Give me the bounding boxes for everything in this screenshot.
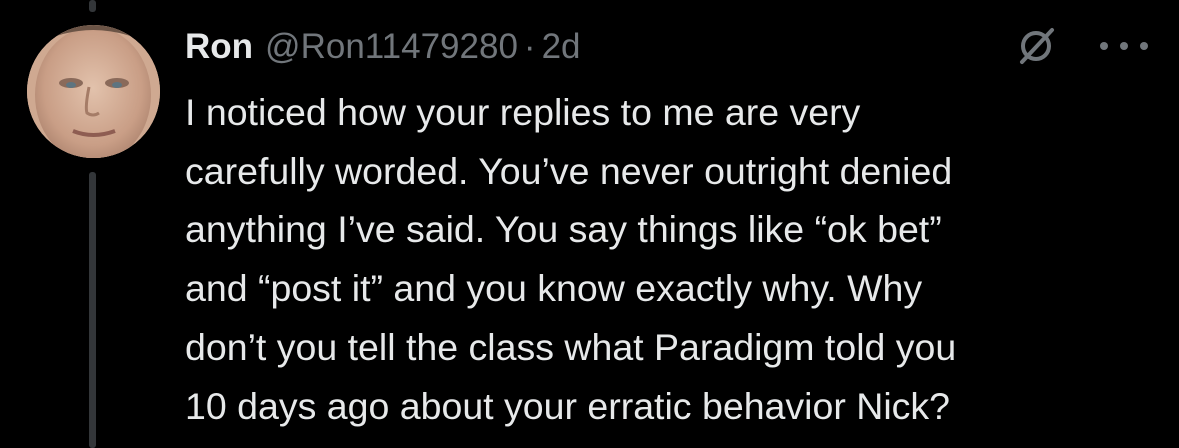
avatar-image — [27, 25, 160, 158]
author-name[interactable]: Ron — [185, 27, 253, 67]
thread-connector-top — [89, 0, 96, 12]
thread-connector-bottom — [89, 172, 96, 448]
more-dot-icon — [1140, 42, 1148, 50]
header-separator: · — [523, 27, 536, 66]
grok-icon[interactable] — [1014, 24, 1058, 68]
tweet-header: Ron @Ron11479280 · 2d — [185, 22, 581, 72]
more-dot-icon — [1100, 42, 1108, 50]
more-dot-icon — [1120, 42, 1128, 50]
tweet-timestamp[interactable]: 2d — [542, 27, 581, 67]
more-icon[interactable] — [1100, 28, 1148, 64]
tweet-text: I noticed how your replies to me are ver… — [185, 91, 957, 427]
avatar[interactable] — [27, 25, 160, 158]
author-handle[interactable]: @Ron11479280 — [265, 27, 518, 67]
